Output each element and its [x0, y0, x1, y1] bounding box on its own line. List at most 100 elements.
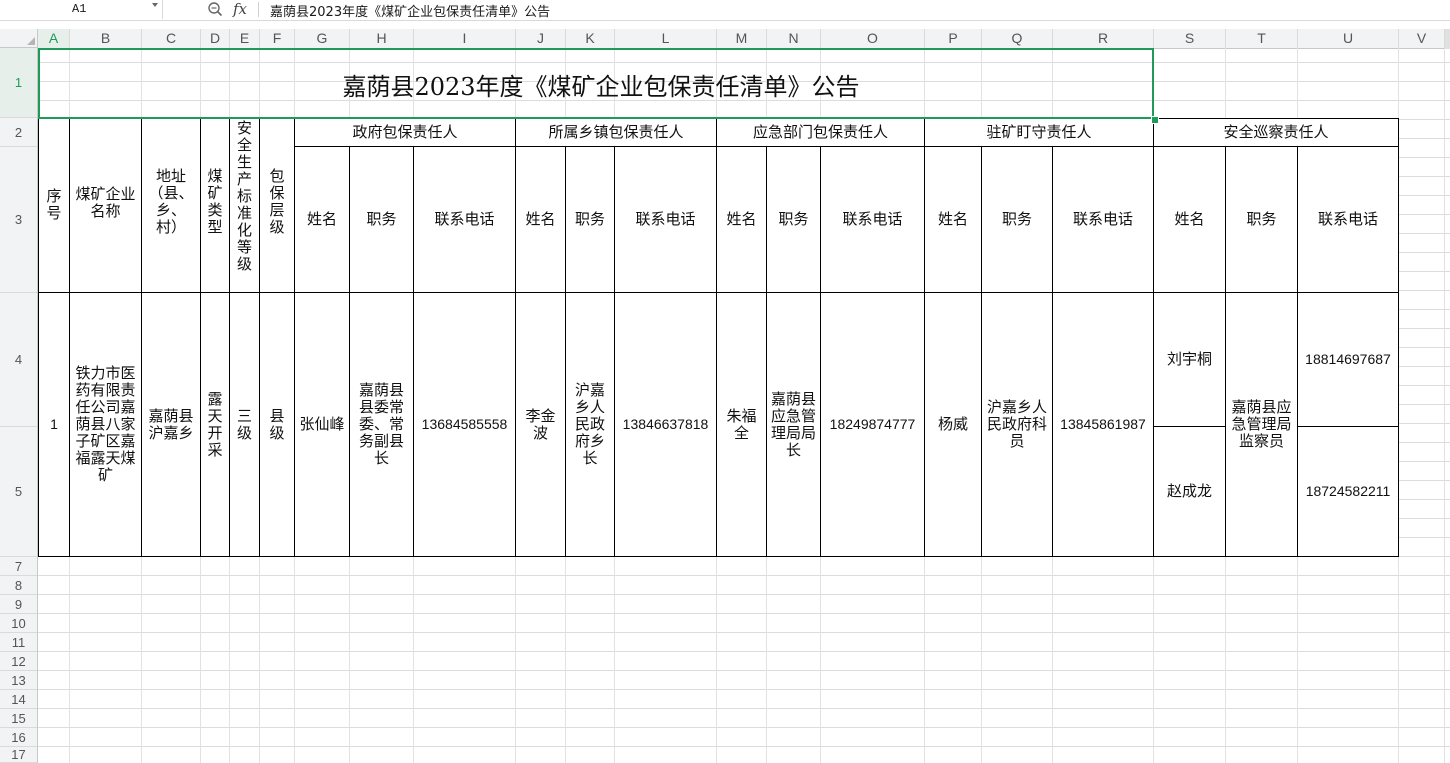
row-header[interactable]: 1 [0, 48, 37, 118]
record-seq[interactable]: 1 [38, 293, 70, 557]
select-all-corner[interactable] [0, 29, 38, 48]
patrol-name-header[interactable]: 姓名 [1154, 147, 1226, 293]
row-header[interactable]: 17 [0, 747, 37, 763]
record-address[interactable]: 嘉荫县沪嘉乡 [142, 293, 201, 557]
header-company[interactable]: 煤矿企业名称 [70, 118, 142, 293]
onsite-position-header[interactable]: 职务 [982, 147, 1053, 293]
formula-bar: A1 fx 嘉荫县2023年度《煤矿企业包保责任清单》公告 [0, 0, 1450, 21]
column-header[interactable]: D [201, 29, 230, 48]
row-header[interactable]: 4 [0, 293, 37, 427]
fx-icon[interactable]: fx [233, 0, 247, 18]
column-header[interactable]: P [925, 29, 982, 48]
gov-phone[interactable]: 13684585558 [414, 293, 516, 557]
column-header[interactable]: F [260, 29, 295, 48]
column-header[interactable]: A [38, 29, 70, 48]
header-guarantee-level[interactable]: 包保层级 [260, 118, 295, 293]
group-patrol[interactable]: 安全巡察责任人 [1154, 118, 1399, 147]
group-town[interactable]: 所属乡镇包保责任人 [516, 118, 717, 147]
column-header[interactable]: N [767, 29, 821, 48]
row-header[interactable]: 15 [0, 709, 37, 728]
row-header[interactable]: 8 [0, 576, 37, 595]
row-header[interactable]: 12 [0, 652, 37, 671]
column-header[interactable]: R [1053, 29, 1154, 48]
column-header[interactable]: B [70, 29, 142, 48]
row-header[interactable]: 9 [0, 595, 37, 614]
emergency-position-header[interactable]: 职务 [767, 147, 821, 293]
column-header[interactable]: I [414, 29, 516, 48]
row-header[interactable]: 5 [0, 427, 37, 557]
column-header[interactable]: M [717, 29, 767, 48]
record-mine-type[interactable]: 露天开采 [201, 293, 230, 557]
column-header[interactable]: L [615, 29, 717, 48]
patrol-phone-2[interactable]: 18724582211 [1298, 427, 1399, 557]
row-header[interactable]: 16 [0, 728, 37, 747]
column-header[interactable]: C [142, 29, 201, 48]
patrol-name-2[interactable]: 赵成龙 [1154, 427, 1226, 557]
column-header[interactable]: T [1226, 29, 1298, 48]
town-phone-header[interactable]: 联系电话 [615, 147, 717, 293]
town-phone[interactable]: 13846637818 [615, 293, 717, 557]
zoom-icon[interactable] [207, 1, 223, 17]
gov-name-header[interactable]: 姓名 [295, 147, 350, 293]
record-safety-grade[interactable]: 三级 [230, 293, 260, 557]
row-header[interactable]: 2 [0, 118, 37, 147]
gov-name[interactable]: 张仙峰 [295, 293, 350, 557]
name-box[interactable]: A1 [8, 0, 163, 19]
emergency-position[interactable]: 嘉荫县应急管理局局长 [767, 293, 821, 557]
column-headers: ABCDEFGHIJKLMNOPQRSTUV [38, 29, 1445, 49]
emergency-name-header[interactable]: 姓名 [717, 147, 767, 293]
column-header[interactable]: U [1298, 29, 1399, 48]
row-header[interactable]: 11 [0, 633, 37, 652]
gov-phone-header[interactable]: 联系电话 [414, 147, 516, 293]
record-guarantee-level[interactable]: 县级 [260, 293, 295, 557]
header-address[interactable]: 地址（县、乡、村） [142, 118, 201, 293]
gov-position[interactable]: 嘉荫县县委常委、常务副县长 [350, 293, 414, 557]
column-header[interactable]: J [516, 29, 566, 48]
formula-input[interactable]: 嘉荫县2023年度《煤矿企业包保责任清单》公告 [270, 1, 550, 20]
column-header[interactable]: Q [982, 29, 1053, 48]
patrol-position[interactable]: 嘉荫县应急管理局监察员 [1226, 293, 1298, 557]
header-seq[interactable]: 序号 [38, 118, 70, 293]
emergency-phone[interactable]: 18249874777 [821, 293, 925, 557]
row-headers: 1 2 3 4 5 7 8 9 10 11 12 13 14 15 16 17 [0, 48, 38, 763]
patrol-name-1[interactable]: 刘宇桐 [1154, 293, 1226, 427]
onsite-phone[interactable]: 13845861987 [1053, 293, 1154, 557]
column-header[interactable]: E [230, 29, 260, 48]
row-header[interactable]: 14 [0, 690, 37, 709]
grid-line [1444, 48, 1445, 763]
column-header[interactable]: S [1154, 29, 1226, 48]
patrol-phone-1[interactable]: 18814697687 [1298, 293, 1399, 427]
name-box-value: A1 [72, 2, 87, 16]
gov-position-header[interactable]: 职务 [350, 147, 414, 293]
header-safety-grade[interactable]: 安全生产标准化等级 [230, 118, 260, 293]
record-company[interactable]: 铁力市医药有限责任公司嘉荫县八家子矿区嘉福露天煤矿 [70, 293, 142, 557]
group-emergency[interactable]: 应急部门包保责任人 [717, 118, 925, 147]
column-header[interactable]: O [821, 29, 925, 48]
row-header[interactable]: 13 [0, 671, 37, 690]
town-position[interactable]: 沪嘉乡人民政府乡长 [566, 293, 615, 557]
onsite-position[interactable]: 沪嘉乡人民政府科员 [982, 293, 1053, 557]
group-onsite[interactable]: 驻矿盯守责任人 [925, 118, 1154, 147]
sheet-title-cell[interactable]: 嘉荫县2023年度《煤矿企业包保责任清单》公告 [40, 50, 1152, 118]
column-header[interactable]: H [350, 29, 414, 48]
row-header[interactable]: 7 [0, 557, 37, 576]
onsite-name[interactable]: 杨威 [925, 293, 982, 557]
onsite-name-header[interactable]: 姓名 [925, 147, 982, 293]
town-position-header[interactable]: 职务 [566, 147, 615, 293]
emergency-name[interactable]: 朱福全 [717, 293, 767, 557]
patrol-position-header[interactable]: 职务 [1226, 147, 1298, 293]
column-header[interactable]: K [566, 29, 615, 48]
onsite-phone-header[interactable]: 联系电话 [1053, 147, 1154, 293]
column-header[interactable]: G [295, 29, 350, 48]
header-mine-type[interactable]: 煤矿类型 [201, 118, 230, 293]
town-name[interactable]: 李金波 [516, 293, 566, 557]
row-header[interactable]: 10 [0, 614, 37, 633]
emergency-phone-header[interactable]: 联系电话 [821, 147, 925, 293]
column-header[interactable]: V [1399, 29, 1445, 48]
group-gov[interactable]: 政府包保责任人 [295, 118, 516, 147]
chevron-down-icon[interactable] [152, 3, 158, 7]
patrol-phone-header[interactable]: 联系电话 [1298, 147, 1399, 293]
row-header[interactable]: 3 [0, 147, 37, 293]
fill-handle[interactable] [1151, 116, 1159, 124]
town-name-header[interactable]: 姓名 [516, 147, 566, 293]
